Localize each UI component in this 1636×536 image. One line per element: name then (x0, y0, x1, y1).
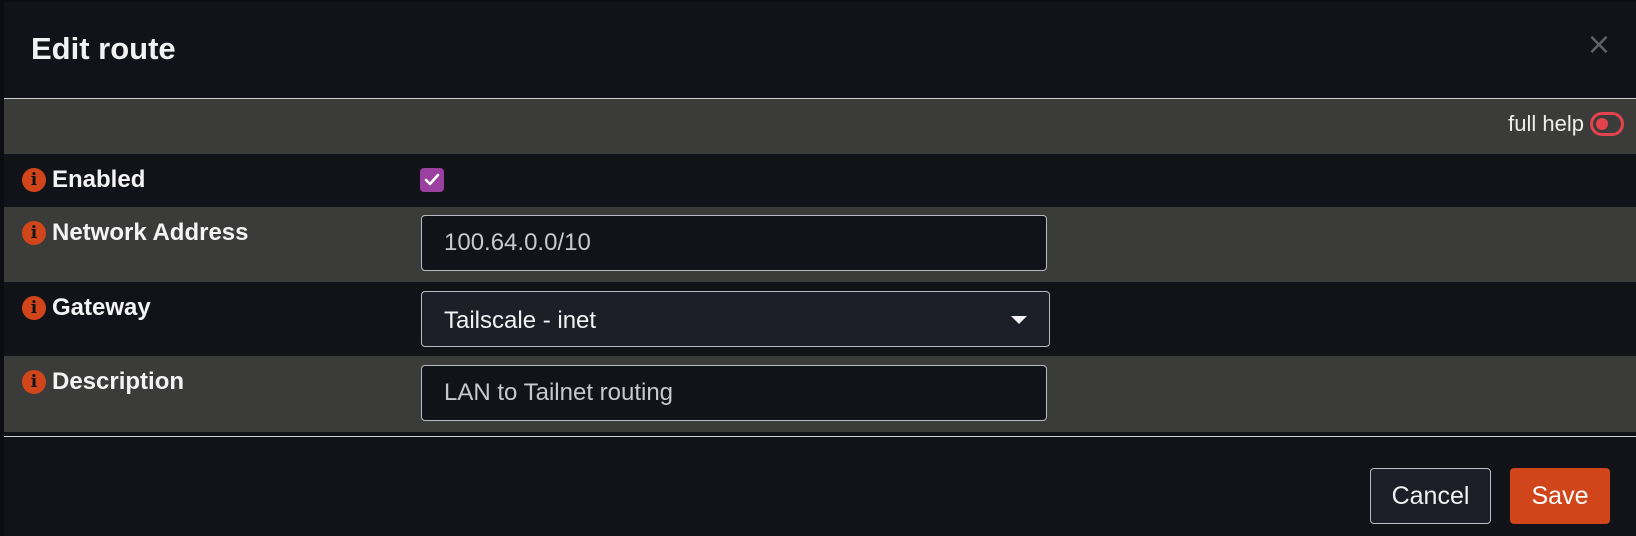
edit-route-dialog: Edit route × full help i Enabled i Netwo… (4, 2, 1636, 536)
enabled-label-text: Enabled (52, 166, 146, 193)
enabled-checkbox[interactable] (420, 168, 444, 192)
row-enabled: i Enabled (4, 154, 1636, 207)
description-label-text: Description (52, 368, 185, 395)
checkmark-icon (424, 173, 440, 186)
info-icon[interactable]: i (22, 370, 46, 394)
row-network-address: i Network Address (4, 207, 1636, 282)
info-icon[interactable]: i (22, 296, 46, 320)
toggle-switch-icon[interactable] (1590, 112, 1624, 136)
gateway-label: i Gateway (22, 294, 151, 322)
gateway-label-text: Gateway (52, 294, 151, 321)
save-button[interactable]: Save (1510, 468, 1610, 524)
help-bar: full help (4, 99, 1636, 154)
dialog-header: Edit route × (4, 2, 1636, 99)
dialog-title: Edit route (31, 31, 176, 66)
full-help-label: full help (1508, 111, 1584, 136)
gateway-select[interactable]: Tailscale - inet (421, 291, 1050, 347)
row-description: i Description (4, 356, 1636, 432)
network-address-label: i Network Address (22, 219, 249, 247)
toggle-knob (1596, 118, 1608, 130)
description-input[interactable] (421, 365, 1047, 421)
network-address-input[interactable] (421, 215, 1047, 271)
gateway-selected-value: Tailscale - inet (444, 307, 597, 334)
description-label: i Description (22, 368, 184, 396)
network-address-label-text: Network Address (52, 219, 249, 246)
enabled-label: i Enabled (22, 166, 145, 194)
cancel-button[interactable]: Cancel (1370, 468, 1491, 524)
row-gateway: i Gateway Tailscale - inet (4, 282, 1636, 356)
info-icon[interactable]: i (22, 168, 46, 192)
full-help-toggle[interactable]: full help (1508, 111, 1624, 137)
footer-divider (4, 436, 1636, 437)
caret-down-icon (1011, 316, 1027, 324)
close-icon[interactable]: × (1584, 30, 1614, 60)
info-icon[interactable]: i (22, 221, 46, 245)
